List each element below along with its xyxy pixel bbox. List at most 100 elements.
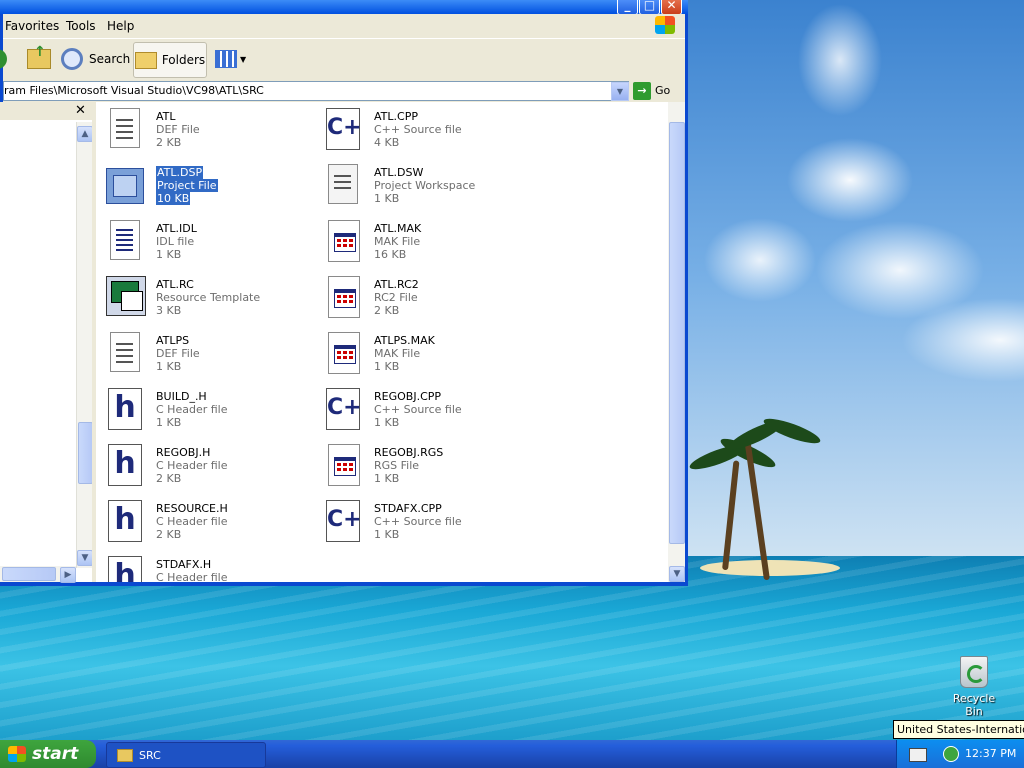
- folders-pane-hscrollbar[interactable]: ▶: [0, 566, 76, 583]
- toolbar: ↑ Search Folders ▼: [0, 38, 685, 81]
- address-input[interactable]: ram Files\Microsoft Visual Studio\VC98\A…: [3, 81, 629, 101]
- up-folder-button[interactable]: ↑: [27, 42, 51, 76]
- file-item[interactable]: ATL.IDL IDL file 1 KB: [100, 214, 310, 266]
- def-file-icon: [104, 106, 144, 150]
- file-name: STDAFX.CPP: [374, 502, 442, 515]
- file-type: C Header file: [156, 515, 228, 528]
- taskbar-item-label: SRC: [139, 748, 161, 762]
- file-size: 2 KB: [374, 304, 400, 317]
- scroll-thumb[interactable]: [669, 122, 685, 544]
- file-item[interactable]: h REGOBJ.H C Header file 2 KB: [100, 438, 310, 490]
- file-item[interactable]: C+ STDAFX.CPP C++ Source file 1 KB: [318, 494, 528, 546]
- resource-file-icon: [104, 274, 146, 318]
- file-item-selected[interactable]: ATL.DSP Project File 10 KB: [100, 158, 310, 210]
- cpp-file-icon: C+: [322, 498, 362, 542]
- file-name: REGOBJ.H: [156, 446, 211, 459]
- scroll-thumb[interactable]: [2, 567, 56, 581]
- scroll-right-button[interactable]: ▶: [60, 567, 76, 583]
- start-button[interactable]: start: [0, 740, 96, 768]
- menu-tools[interactable]: Tools: [66, 19, 96, 33]
- scroll-up-button[interactable]: ▲: [77, 126, 93, 142]
- scroll-thumb[interactable]: [78, 422, 93, 484]
- taskbar: start SRC 12:37 PM: [0, 740, 1024, 768]
- header-file-icon: h: [104, 554, 144, 582]
- workspace-file-icon: [322, 162, 362, 206]
- explorer-window: _ □ ✕ Favorites Tools Help ↑ Search Fold…: [0, 0, 688, 586]
- file-type: RC2 File: [374, 291, 418, 304]
- file-name: ATL.MAK: [374, 222, 422, 235]
- file-size: 1 KB: [374, 528, 400, 541]
- scroll-down-button[interactable]: ▼: [669, 566, 685, 582]
- chevron-down-icon: ▼: [616, 87, 624, 96]
- file-type: MAK File: [374, 235, 421, 248]
- views-icon: [215, 50, 237, 68]
- address-dropdown-button[interactable]: ▼: [611, 82, 629, 101]
- views-button[interactable]: ▼: [215, 42, 246, 76]
- file-size: 16 KB: [374, 248, 407, 261]
- file-name: RESOURCE.H: [156, 502, 228, 515]
- file-size: 2 KB: [156, 136, 182, 149]
- folder-icon: [117, 748, 133, 762]
- project-file-icon: [104, 162, 144, 206]
- go-label: Go: [655, 84, 671, 97]
- search-label: Search: [89, 52, 131, 66]
- file-size: 1 KB: [374, 472, 400, 485]
- file-item[interactable]: ATL.MAK MAK File 16 KB: [318, 214, 528, 266]
- menu-favorites[interactable]: Favorites: [5, 19, 59, 33]
- file-type: Resource Template: [156, 291, 261, 304]
- cpp-file-icon: C+: [322, 106, 362, 150]
- file-name: ATL.RC2: [374, 278, 419, 291]
- file-type: Project File: [156, 179, 218, 192]
- scroll-down-button[interactable]: ▼: [77, 550, 93, 566]
- file-type: C++ Source file: [374, 515, 462, 528]
- language-tooltip: United States-International: [893, 720, 1024, 739]
- file-item[interactable]: ATL DEF File 2 KB: [100, 102, 310, 154]
- network-icon[interactable]: [943, 746, 959, 762]
- file-item[interactable]: h RESOURCE.H C Header file 2 KB: [100, 494, 310, 546]
- file-item[interactable]: REGOBJ.RGS RGS File 1 KB: [318, 438, 528, 490]
- folder-icon: [134, 51, 157, 69]
- title-bar[interactable]: _ □ ✕: [0, 0, 688, 15]
- folders-pane: ✕ ▲ ▼ ▶: [0, 102, 93, 583]
- file-item[interactable]: ATL.DSW Project Workspace 1 KB: [318, 158, 528, 210]
- clock[interactable]: 12:37 PM: [965, 747, 1016, 760]
- file-item[interactable]: h BUILD_.H C Header file 1 KB: [100, 382, 310, 434]
- address-bar: ram Files\Microsoft Visual Studio\VC98\A…: [3, 80, 685, 102]
- file-list-vscrollbar[interactable]: ▼: [668, 102, 685, 582]
- file-item[interactable]: C+ ATL.CPP C++ Source file 4 KB: [318, 102, 528, 154]
- keyboard-icon[interactable]: [909, 748, 927, 762]
- menu-help[interactable]: Help: [107, 19, 134, 33]
- file-name: REGOBJ.RGS: [374, 446, 444, 459]
- close-button[interactable]: ✕: [661, 0, 682, 15]
- file-size: 1 KB: [156, 416, 182, 429]
- folders-button[interactable]: Folders: [133, 42, 207, 78]
- close-pane-icon[interactable]: ✕: [75, 103, 86, 118]
- recycle-bin[interactable]: Recycle Bin: [944, 656, 1004, 718]
- file-size: 4 KB: [374, 136, 400, 149]
- up-folder-icon: ↑: [27, 44, 51, 69]
- file-item[interactable]: ATLPS.MAK MAK File 1 KB: [318, 326, 528, 378]
- file-name: BUILD_.H: [156, 390, 207, 403]
- folders-pane-vscrollbar[interactable]: ▲ ▼: [76, 122, 93, 568]
- file-size: 1 KB: [374, 360, 400, 373]
- taskbar-item-src[interactable]: SRC: [106, 742, 266, 768]
- rgs-file-icon: [322, 442, 362, 486]
- file-type: DEF File: [156, 123, 200, 136]
- back-button[interactable]: [0, 42, 7, 76]
- file-item[interactable]: ATLPS DEF File 1 KB: [100, 326, 310, 378]
- go-arrow-icon: →: [633, 81, 651, 100]
- file-item[interactable]: h STDAFX.H C Header file: [100, 550, 310, 582]
- file-item[interactable]: ATL.RC2 RC2 File 2 KB: [318, 270, 528, 322]
- recycle-bin-icon: [960, 656, 988, 688]
- file-item[interactable]: C+ REGOBJ.CPP C++ Source file 1 KB: [318, 382, 528, 434]
- header-file-icon: h: [104, 386, 144, 430]
- back-arrow-icon: [0, 49, 7, 69]
- go-button[interactable]: → Go: [633, 81, 670, 100]
- minimize-button[interactable]: _: [617, 0, 638, 15]
- maximize-button[interactable]: □: [639, 0, 660, 15]
- file-item[interactable]: ATL.RC Resource Template 3 KB: [100, 270, 310, 322]
- file-name: ATL.CPP: [374, 110, 418, 123]
- search-button[interactable]: Search: [61, 42, 130, 76]
- file-name: ATL.DSP: [156, 166, 204, 179]
- folders-label: Folders: [161, 53, 206, 67]
